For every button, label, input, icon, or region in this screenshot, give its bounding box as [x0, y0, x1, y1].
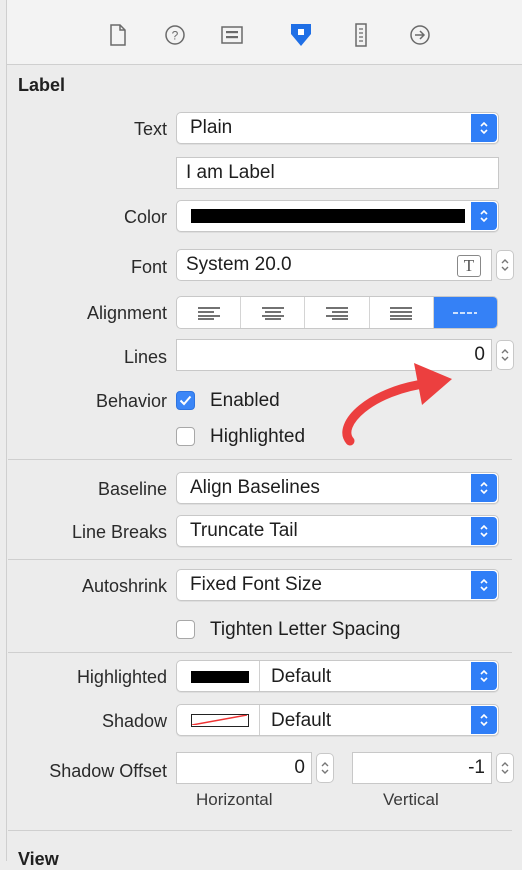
size-inspector-icon[interactable] [348, 20, 374, 50]
align-justify-button[interactable] [370, 297, 434, 328]
align-right-button[interactable] [305, 297, 370, 328]
panel-divider [6, 0, 7, 861]
lines-label: Lines [123, 347, 167, 367]
tighten-letter-spacing-label: Tighten Letter Spacing [210, 619, 401, 640]
chevron-updown-icon [471, 202, 497, 230]
text-label: Text [133, 119, 167, 139]
text-type-popup[interactable]: Plain [176, 112, 499, 144]
color-swatch [191, 209, 465, 223]
baseline-label: Baseline [97, 479, 167, 499]
quick-help-icon[interactable]: ? [162, 20, 188, 50]
baseline-value: Align Baselines [190, 477, 320, 498]
text-content-field[interactable]: I am Label [176, 157, 499, 189]
shadow-offset-horizontal-field[interactable]: 0 [176, 752, 312, 784]
enabled-label: Enabled [210, 390, 280, 411]
align-center-button[interactable] [241, 297, 306, 328]
autoshrink-label: Autoshrink [81, 576, 167, 596]
alignment-segmented-control [176, 296, 498, 329]
file-inspector-icon[interactable] [105, 20, 131, 50]
align-left-button[interactable] [177, 297, 242, 328]
highlighted-color-label: Highlighted [76, 667, 167, 687]
align-right-icon [326, 306, 348, 320]
section-title-label: Label [18, 75, 66, 95]
popup-divider [259, 661, 260, 691]
font-value: System 20.0 [186, 254, 292, 275]
chevron-updown-icon [471, 571, 497, 599]
vertical-sub-label: Vertical [383, 790, 439, 809]
enabled-checkbox[interactable] [176, 391, 195, 410]
chevron-updown-icon [471, 706, 497, 734]
chevron-updown-icon [471, 474, 497, 502]
shadow-color-label: Shadow [101, 711, 167, 731]
lines-stepper[interactable] [496, 340, 514, 370]
align-justify-icon [390, 306, 413, 320]
highlighted-checkbox[interactable] [176, 427, 195, 446]
autoshrink-value: Fixed Font Size [190, 574, 322, 595]
text-type-value: Plain [190, 117, 233, 138]
font-field[interactable]: System 20.0 T [176, 249, 492, 281]
separator [8, 459, 512, 460]
baseline-popup[interactable]: Align Baselines [176, 472, 499, 504]
separator [8, 559, 512, 560]
section-title-view: View [18, 849, 59, 869]
align-left-icon [197, 306, 220, 320]
behavior-label: Behavior [95, 391, 167, 411]
shadow-offset-horizontal-stepper[interactable] [316, 753, 334, 783]
horizontal-sub-label: Horizontal [196, 790, 273, 809]
shadow-offset-vertical-field[interactable]: -1 [352, 752, 492, 784]
chevron-updown-icon [471, 662, 497, 690]
popup-divider [259, 705, 260, 735]
shadow-offset-vertical-stepper[interactable] [496, 753, 514, 783]
align-natural-icon [453, 311, 478, 314]
line-breaks-value: Truncate Tail [190, 520, 298, 541]
shadow-offset-horizontal-value: 0 [294, 757, 305, 778]
font-label: Font [130, 257, 167, 277]
shadow-color-value: Default [271, 710, 332, 731]
align-natural-button[interactable] [433, 297, 497, 328]
highlighted-color-value: Default [271, 666, 332, 687]
separator [8, 830, 512, 831]
svg-text:?: ? [172, 29, 179, 43]
identity-inspector-icon[interactable] [219, 20, 245, 50]
shadow-color-popup[interactable]: Default [176, 704, 499, 736]
shadow-offset-label: Shadow Offset [49, 761, 167, 781]
highlighted-label: Highlighted [210, 426, 306, 447]
attributes-inspector-icon[interactable] [288, 20, 314, 50]
separator [8, 652, 512, 653]
alignment-label: Alignment [86, 303, 167, 323]
attributes-inspector-panel: ? Label Text Plain I am Label Color Font… [0, 0, 522, 869]
font-picker-icon[interactable]: T [457, 255, 481, 277]
chevron-updown-icon [471, 517, 497, 545]
chevron-updown-icon [471, 114, 497, 142]
annotation-arrow [342, 363, 452, 446]
line-breaks-popup[interactable]: Truncate Tail [176, 515, 499, 547]
line-breaks-label: Line Breaks [71, 522, 167, 542]
checkmark-icon [179, 395, 192, 406]
inspector-toolbar: ? [7, 0, 522, 65]
text-content-value: I am Label [186, 162, 275, 183]
font-size-stepper[interactable] [496, 250, 514, 280]
shadow-offset-vertical-value: -1 [468, 757, 485, 778]
connections-inspector-icon[interactable] [407, 20, 433, 50]
no-color-swatch-icon [191, 714, 249, 727]
tighten-letter-spacing-checkbox[interactable] [176, 620, 195, 639]
align-center-icon [261, 306, 284, 320]
highlighted-color-swatch [191, 671, 249, 683]
highlighted-color-popup[interactable]: Default [176, 660, 499, 692]
color-label: Color [123, 207, 167, 227]
autoshrink-popup[interactable]: Fixed Font Size [176, 569, 499, 601]
color-popup[interactable] [176, 200, 499, 232]
